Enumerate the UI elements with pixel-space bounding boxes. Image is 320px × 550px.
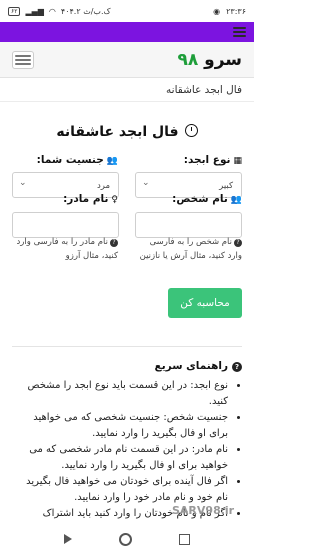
- users-icon: 👥: [230, 195, 242, 205]
- divider: [12, 346, 242, 347]
- gender-label-text: جنسیت شما:: [36, 154, 104, 166]
- logo-number: ۹۸: [177, 49, 199, 70]
- battery-icon: ۶۲: [8, 6, 21, 16]
- gender-label: 👥جنسیت شما:: [37, 154, 118, 166]
- signal-icon: ▂▄▆: [25, 6, 44, 16]
- guide-item: نوع ابجد: در این قسمت باید نوع ابجد را م…: [12, 378, 228, 410]
- home-icon[interactable]: [118, 532, 132, 546]
- chevron-down-icon: ⌄: [19, 178, 27, 188]
- guide-list: نوع ابجد: در این قسمت باید نوع ابجد را م…: [12, 378, 242, 522]
- abjad-type-label-text: نوع ابجد:: [183, 154, 231, 166]
- question-icon: ?: [234, 239, 242, 247]
- abjad-type-value: کبیر: [219, 181, 233, 191]
- gender-value: مرد: [96, 181, 110, 191]
- breadcrumb[interactable]: فال ابجد عاشقانه: [0, 78, 254, 102]
- mother-name-help: ?نام مادر را به فارسی وارد کنید، مثال آر…: [11, 235, 118, 263]
- time: ۲۳:۳۶: [226, 6, 246, 16]
- guide-item: نام مادر: در این قسمت نام مادر شخصی که م…: [12, 442, 228, 474]
- mother-name-help-text: نام مادر را به فارسی وارد کنید، مثال آرز…: [16, 237, 118, 261]
- mother-name-label: ♀نام مادر:: [63, 193, 118, 205]
- calculate-button[interactable]: محاسبه کن: [168, 288, 242, 318]
- guide-item: اگر فال آینده برای خودتان می خواهید فال …: [12, 474, 228, 506]
- top-accent-bar: [0, 22, 254, 42]
- site-logo[interactable]: سرو ۹۸: [177, 50, 242, 70]
- female-icon: ♀: [111, 195, 118, 205]
- abjad-type-label: ▦نوع ابجد:: [184, 154, 242, 166]
- person-name-help-text: نام شخص را به فارسی وارد کنید، مثال آرش …: [139, 237, 242, 261]
- notification-icon: ◉: [213, 6, 221, 16]
- system-nav-bar: [0, 528, 254, 550]
- page-title-text: فال ابجد عاشقانه: [56, 124, 179, 140]
- mother-name-label-text: نام مادر:: [63, 193, 109, 205]
- status-left: ۶۲ ▂▄▆ ◠ ۴۰۴.۲ ک.ب/ث: [8, 6, 111, 16]
- site-navbar: سرو ۹۸: [0, 42, 254, 78]
- person-name-label: 👥نام شخص:: [172, 193, 242, 205]
- guide-title: ? راهنمای سریع: [155, 360, 242, 372]
- question-icon: ?: [232, 362, 242, 372]
- question-icon: ?: [110, 239, 118, 247]
- guide-item: جنسیت شخص: جنسیت شخصی که می خواهید برای …: [12, 410, 228, 442]
- status-right: ◉ ۲۳:۳۶: [213, 7, 246, 16]
- recents-icon[interactable]: [179, 533, 191, 545]
- guide-title-text: راهنمای سریع: [154, 360, 228, 372]
- back-icon[interactable]: [63, 534, 72, 544]
- navbar-toggle-button[interactable]: [12, 50, 34, 69]
- logo-name: سرو: [204, 49, 242, 70]
- page-title: فال ابجد عاشقانه: [0, 124, 254, 140]
- person-name-label-text: نام شخص:: [172, 193, 228, 205]
- users-icon: 👥: [106, 156, 118, 166]
- chevron-down-icon: ⌄: [142, 178, 150, 188]
- person-name-help: ?نام شخص را به فارسی وارد کنید، مثال آرش…: [135, 235, 242, 263]
- menu-icon[interactable]: [233, 27, 246, 39]
- calculator-icon: ▦: [233, 156, 242, 166]
- wifi-icon: ◠: [48, 6, 56, 16]
- status-bar: ۶۲ ▂▄▆ ◠ ۴۰۴.۲ ک.ب/ث ◉ ۲۳:۳۶: [0, 0, 254, 22]
- watermark: SARV98.ir: [172, 504, 235, 517]
- clock-icon: [184, 124, 198, 137]
- network-speed: ۴۰۴.۲ ک.ب/ث: [60, 6, 111, 16]
